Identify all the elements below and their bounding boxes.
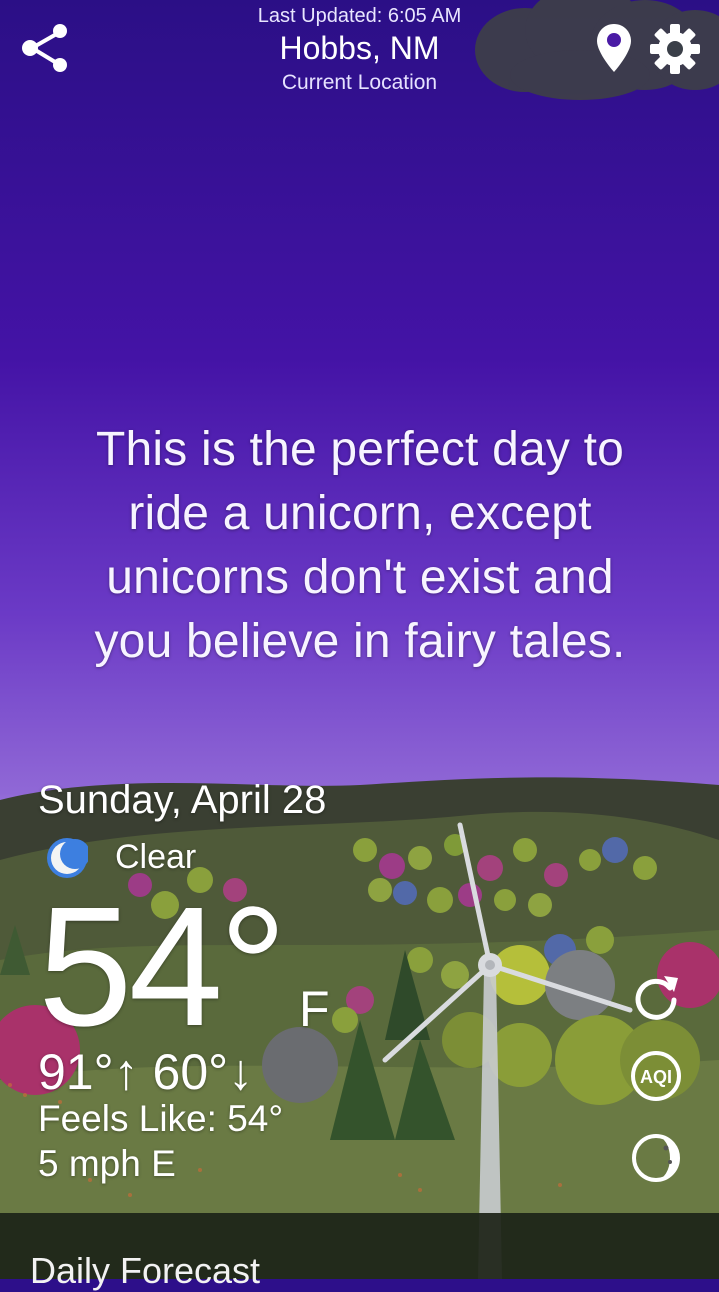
- moon-phase-icon: [632, 1134, 680, 1182]
- quote-line: This is the perfect day to: [95, 423, 625, 476]
- moon-phase-button[interactable]: [630, 1132, 682, 1184]
- daily-forecast-heading[interactable]: Daily Forecast: [30, 1250, 260, 1292]
- aqi-button[interactable]: AQI: [630, 1050, 682, 1102]
- settings-button[interactable]: [648, 22, 702, 76]
- location-button[interactable]: [595, 22, 633, 74]
- weather-quote: This is the perfect day to ride a unicor…: [40, 418, 680, 674]
- quote-line: ride a unicorn, except: [128, 487, 592, 540]
- refresh-button[interactable]: [630, 970, 682, 1022]
- refresh-icon: [635, 976, 678, 1020]
- current-temperature: 54°: [38, 872, 287, 1062]
- down-arrow-icon: ↓: [228, 1044, 254, 1100]
- high-temp: 91°: [38, 1044, 114, 1100]
- high-low-temps: 91°↑ 60°↓: [38, 1043, 253, 1101]
- quote-line: unicorns don't exist and: [106, 551, 614, 604]
- quote-line: you believe in fairy tales.: [94, 615, 626, 668]
- location-label: Current Location: [281, 71, 438, 94]
- gear-icon: [650, 24, 700, 74]
- up-arrow-icon: ↑: [113, 1044, 139, 1100]
- feels-like: Feels Like: 54°: [38, 1098, 284, 1139]
- low-temp: 60°: [152, 1044, 229, 1100]
- aqi-icon: AQI: [631, 1051, 681, 1101]
- current-date: Sunday, April 28: [38, 778, 327, 822]
- map-pin-icon: [597, 24, 631, 72]
- wind-info: 5 mph E: [38, 1143, 176, 1184]
- temperature-unit[interactable]: F: [299, 980, 330, 1038]
- aqi-label: AQI: [640, 1067, 672, 1087]
